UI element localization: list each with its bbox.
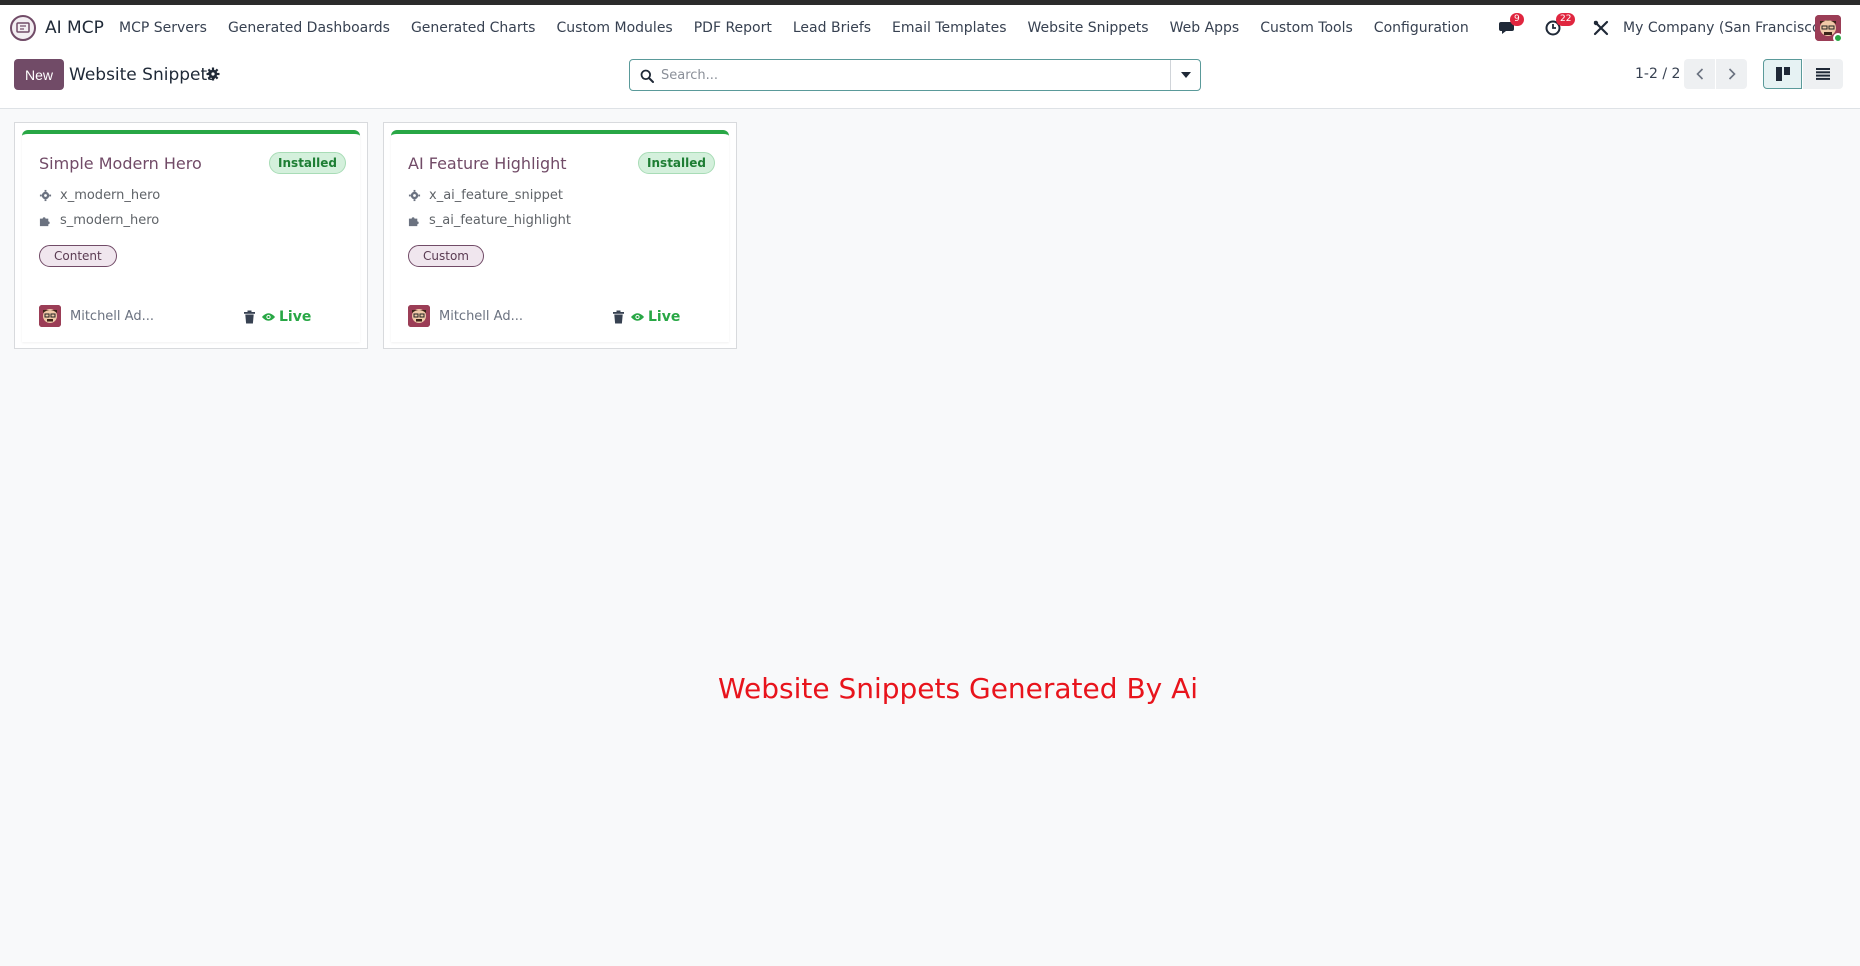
menu-item-pdf-report[interactable]: PDF Report [694,20,772,36]
author-name: Mitchell Ad... [70,309,154,324]
status-badge: Installed [638,152,715,174]
list-view-button[interactable] [1803,59,1843,89]
card-body: Simple Modern Hero Installed x_modern_he… [22,130,360,342]
snippet-card[interactable]: Simple Modern Hero Installed x_modern_he… [14,122,368,349]
search-input[interactable] [661,60,1161,90]
tools-icon[interactable] [1592,19,1610,37]
pager-previous-button[interactable] [1684,59,1715,89]
menu-item-generated-charts[interactable]: Generated Charts [411,20,536,36]
messages-badge: 9 [1510,13,1524,26]
snippet-key-row: s_ai_feature_highlight [408,213,571,228]
menu-item-custom-tools[interactable]: Custom Tools [1260,20,1353,36]
chat-icon[interactable]: 9 [1498,13,1524,38]
menu-item-generated-dashboards[interactable]: Generated Dashboards [228,20,390,36]
activity-clock-icon[interactable]: 22 [1544,13,1576,38]
technical-name-row: x_modern_hero [39,188,160,203]
activities-badge: 22 [1556,13,1576,26]
overlay-caption-text: Website Snippets Generated By Ai [717,672,1199,705]
caret-down-icon [1180,72,1191,78]
chevron-left-icon [1695,68,1703,80]
snippet-key: s_modern_hero [60,213,160,228]
eye-icon [261,313,276,321]
app-name[interactable]: AI MCP [45,18,104,38]
live-link[interactable]: Live [630,309,680,325]
app-logo-icon[interactable] [10,15,36,41]
puzzle-icon [408,217,419,227]
live-link[interactable]: Live [261,309,311,325]
gear-icon [408,189,421,202]
new-button[interactable]: New [14,59,65,90]
snippet-key: s_ai_feature_highlight [429,213,571,228]
online-status-dot [1833,33,1843,43]
main-navbar: AI MCP MCP Servers Generated Dashboards … [0,5,1860,51]
search-icon [640,68,654,83]
gear-icon [39,189,52,202]
status-badge: Installed [269,152,346,174]
author-name: Mitchell Ad... [439,309,523,324]
menu-item-configuration[interactable]: Configuration [1374,20,1469,36]
trash-icon[interactable] [612,309,625,324]
control-panel: New Website Snippets 1-2 / 2 [0,51,1860,109]
eye-icon [630,313,645,321]
snippet-key-row: s_modern_hero [39,213,159,228]
top-menu: MCP Servers Generated Dashboards Generat… [119,20,1490,36]
menu-item-email-templates[interactable]: Email Templates [892,20,1006,36]
search-options-toggle[interactable] [1170,60,1200,90]
page-title: Website Snippets [69,65,217,85]
pager-value[interactable]: 1-2 / 2 [1635,66,1680,82]
live-label: Live [648,309,681,325]
technical-name-row: x_ai_feature_snippet [408,188,563,203]
menu-item-web-apps[interactable]: Web Apps [1170,20,1240,36]
technical-name: x_ai_feature_snippet [429,188,563,203]
list-view-icon [1816,68,1830,80]
technical-name: x_modern_hero [60,188,161,203]
menu-item-custom-modules[interactable]: Custom Modules [556,20,672,36]
search-bar [629,59,1201,91]
chevron-right-icon [1728,68,1736,80]
pager-next-button[interactable] [1716,59,1747,89]
trash-icon[interactable] [243,309,256,324]
category-tag: Content [39,245,117,267]
category-tag: Custom [408,245,484,267]
avatar [39,305,61,327]
card-title[interactable]: Simple Modern Hero [39,154,202,173]
snippet-card[interactable]: AI Feature Highlight Installed x_ai_feat… [383,122,737,349]
kanban-view-icon [1775,67,1790,81]
card-title[interactable]: AI Feature Highlight [408,154,567,173]
gear-icon[interactable] [206,66,220,81]
puzzle-icon [39,217,50,227]
avatar [408,305,430,327]
menu-item-website-snippets[interactable]: Website Snippets [1028,20,1149,36]
kanban-view-button[interactable] [1763,59,1802,89]
menu-item-lead-briefs[interactable]: Lead Briefs [793,20,871,36]
overlay-caption: Website Snippets Generated By Ai [0,672,1860,705]
company-switcher[interactable]: My Company (San Francisco) [1623,20,1826,36]
menu-item-mcp-servers[interactable]: MCP Servers [119,20,207,36]
live-label: Live [279,309,312,325]
card-body: AI Feature Highlight Installed x_ai_feat… [391,130,729,342]
